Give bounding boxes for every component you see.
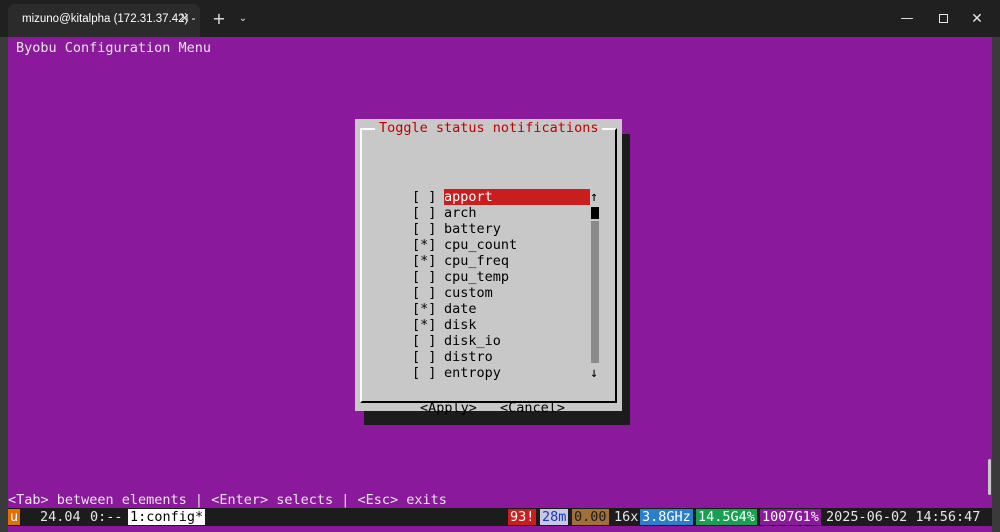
checkbox[interactable]: [ ] <box>412 365 436 381</box>
list-item-apport[interactable]: [ ] apport <box>412 189 594 205</box>
scroll-down-icon[interactable]: ↓ <box>590 365 598 381</box>
checkbox[interactable]: [ ] <box>412 189 436 205</box>
checkbox[interactable]: [ ] <box>412 205 436 221</box>
byobu-status-bar: u 24.04 0:-- 1:config* 93! 28m 0.00 16x 3.8GHz 14… <box>8 508 992 526</box>
tab-close-icon[interactable]: × <box>179 11 190 26</box>
list-item-cpu-count[interactable]: [*] cpu_count <box>412 237 594 253</box>
status-segment: 16x <box>612 509 641 525</box>
list-item-disk-io[interactable]: [ ] disk_io <box>412 333 594 349</box>
checkbox[interactable]: [*] <box>412 237 436 253</box>
new-tab-button[interactable]: + <box>206 0 232 37</box>
list-item-distro[interactable]: [ ] distro <box>412 349 594 365</box>
list-item-label: date <box>444 301 477 317</box>
list-item-label: cpu_freq <box>444 253 510 269</box>
list-item-label: distro <box>444 349 493 365</box>
maximize-icon <box>938 14 948 23</box>
list-scroll-track[interactable] <box>591 221 599 363</box>
status-segment: u <box>8 509 21 525</box>
checkbox[interactable]: [ ] <box>412 269 436 285</box>
status-segment: 93! <box>508 509 537 525</box>
help-line: <Tab> between elements | <Enter> selects… <box>8 492 447 508</box>
list-item-label: cpu_count <box>444 237 518 253</box>
window-titlebar: mizuno@kitalpha (172.31.37.42) - × + ⌄ —… <box>0 0 1000 37</box>
list-item-date[interactable]: [*] date <box>412 301 594 317</box>
checkbox[interactable]: [ ] <box>412 285 436 301</box>
terminal-scrollbar[interactable] <box>988 459 991 495</box>
status-segment: 3.8GHz <box>640 509 693 525</box>
apply-button[interactable]: <Apply> <box>420 400 477 416</box>
status-segment: 2025-06-02 14:56:47 <box>824 509 983 525</box>
list-item-label: apport <box>444 189 590 205</box>
status-segment: 24.04 <box>38 509 83 525</box>
tab-dropdown-icon[interactable]: ⌄ <box>232 0 254 37</box>
checkbox[interactable]: [ ] <box>412 349 436 365</box>
terminal-left-border <box>0 37 8 532</box>
terminal-right-border <box>992 37 1000 532</box>
list-item-label: cpu_temp <box>444 269 510 285</box>
list-item-disk[interactable]: [*] disk <box>412 317 594 333</box>
list-item-custom[interactable]: [ ] custom <box>412 285 594 301</box>
checkbox[interactable]: [*] <box>412 317 436 333</box>
status-segment: 0:-- <box>88 509 125 525</box>
terminal-area[interactable]: Byobu Configuration Menu Toggle status n… <box>0 37 1000 532</box>
checkbox[interactable]: [*] <box>412 253 436 269</box>
list-item-label: battery <box>444 221 501 237</box>
list-item-entropy[interactable]: [ ] entropy <box>412 365 594 381</box>
cancel-button[interactable]: <Cancel> <box>500 400 565 416</box>
terminal-tab[interactable]: mizuno@kitalpha (172.31.37.42) - × <box>8 4 200 37</box>
list-item-cpu-temp[interactable]: [ ] cpu_temp <box>412 269 594 285</box>
status-segment: 28m <box>540 509 569 525</box>
checkbox[interactable]: [ ] <box>412 221 436 237</box>
list-item-label: custom <box>444 285 493 301</box>
list-item-battery[interactable]: [ ] battery <box>412 221 594 237</box>
list-item-label: arch <box>444 205 477 221</box>
checkbox[interactable]: [ ] <box>412 333 436 349</box>
list-item-cpu-freq[interactable]: [*] cpu_freq <box>412 253 594 269</box>
list-item-label: disk <box>444 317 477 333</box>
status-segment: 0.00 <box>572 509 609 525</box>
list-item-arch[interactable]: [ ] arch <box>412 205 594 221</box>
status-segment: 1:config* <box>128 509 206 525</box>
menu-title: Byobu Configuration Menu <box>16 40 212 56</box>
list-item-label: disk_io <box>444 333 501 349</box>
close-window-button[interactable]: ✕ <box>954 0 1000 37</box>
tab-title: mizuno@kitalpha (172.31.37.42) - <box>22 13 196 25</box>
list-scrollbar[interactable]: ↑ ↓ <box>590 189 600 381</box>
dialog-title: Toggle status notifications <box>375 120 603 136</box>
checkbox[interactable]: [*] <box>412 301 436 317</box>
toggle-status-dialog: Toggle status notifications [ ] apport[ ]… <box>355 119 622 411</box>
list-scroll-thumb[interactable] <box>591 207 599 219</box>
list-item-label: entropy <box>444 365 501 381</box>
status-segment: 14.5G4% <box>696 509 757 525</box>
status-segment: 1007G1% <box>760 509 821 525</box>
scroll-up-icon[interactable]: ↑ <box>590 189 598 205</box>
